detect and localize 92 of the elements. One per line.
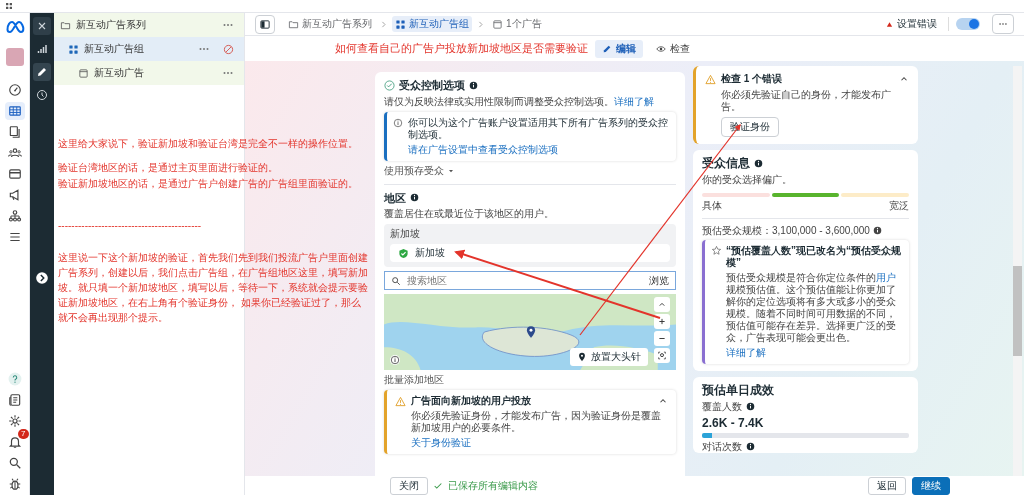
grid-icon bbox=[395, 18, 406, 30]
info-icon bbox=[469, 80, 478, 90]
bulk-add-link[interactable]: 批量添加地区 bbox=[384, 374, 676, 387]
pin-icon bbox=[577, 352, 587, 363]
warning-title: 广告面向新加坡的用户投放 bbox=[411, 395, 532, 408]
section-description: 覆盖居住在或最近位于该地区的用户。 bbox=[384, 208, 555, 221]
tree-item[interactable]: 新互动广告 bbox=[94, 67, 217, 79]
settings-link[interactable]: 请在广告设置中查看受众控制选项 bbox=[408, 143, 670, 156]
info-icon bbox=[754, 159, 763, 169]
map-placeholder[interactable] bbox=[384, 294, 676, 371]
warning-icon bbox=[886, 20, 893, 28]
browse-link[interactable]: 浏览 bbox=[649, 274, 669, 287]
audience-description: 你的受众选择偏广。 bbox=[702, 173, 793, 186]
notification-badge: 7 bbox=[18, 429, 29, 439]
warning-text: 你必须先验证身份，才能发布广告，因为验证身份是覆盖新加坡用户的必要条件。 bbox=[410, 410, 662, 435]
annotation-text: 验证台湾地区的话，是通过主页里面进行验证的。 bbox=[58, 162, 278, 174]
toggle-switch[interactable] bbox=[956, 18, 980, 30]
pencil-icon[interactable] bbox=[33, 63, 51, 81]
folder-icon bbox=[60, 19, 71, 31]
breadcrumb[interactable]: 新互动广告组 bbox=[392, 16, 472, 32]
notice-title: “预估覆盖人数”现已改名为“预估受众规模” bbox=[726, 244, 902, 269]
search-icon bbox=[391, 275, 401, 286]
grid-icon bbox=[68, 43, 79, 55]
zoom-in-icon[interactable] bbox=[654, 314, 670, 330]
dropdown-button[interactable]: 使用预存受众 bbox=[384, 164, 455, 177]
star-icon bbox=[711, 244, 722, 256]
expand-icon[interactable] bbox=[35, 271, 49, 285]
info-icon bbox=[746, 402, 755, 412]
verification-link[interactable]: 关于身份验证 bbox=[395, 437, 668, 450]
save-status: 已保存所有编辑内容 bbox=[448, 479, 538, 492]
tree-row[interactable]: 新互动广告 bbox=[54, 61, 244, 85]
chevron-icon bbox=[379, 19, 388, 29]
metric-label: 覆盖人数 bbox=[702, 400, 742, 413]
warning-icon bbox=[705, 73, 716, 85]
learn-more-link[interactable]: 详细了解 bbox=[614, 95, 654, 107]
metric-label: 对话次数 bbox=[702, 441, 742, 453]
annotation-text: 这里给大家说下，验证新加坡和验证台湾是完全不一样的操作位置。 bbox=[58, 138, 358, 150]
audience-size: 预估受众规模：3,100,000 - 3,600,000 bbox=[702, 224, 870, 237]
back-button[interactable]: 返回 bbox=[868, 476, 906, 495]
grid-icon bbox=[5, 2, 13, 10]
info-icon[interactable] bbox=[390, 355, 400, 366]
warning-icon bbox=[395, 395, 406, 407]
annotation-divider: ------------------------------------------- bbox=[58, 220, 202, 232]
tree-item[interactable]: 新互动广告系列 bbox=[76, 19, 217, 31]
tree-row[interactable]: 新互动广告组 bbox=[54, 37, 244, 61]
users-link[interactable]: 用户 bbox=[876, 271, 896, 283]
tree-item[interactable]: 新互动广告组 bbox=[84, 43, 193, 55]
folder-icon bbox=[288, 18, 299, 30]
card-title: 预估单日成效 bbox=[702, 383, 775, 398]
ad-icon bbox=[492, 18, 503, 30]
close-icon[interactable] bbox=[33, 17, 51, 35]
section-title: 地区 bbox=[384, 191, 406, 205]
search-field[interactable]: 搜索地区 浏览 bbox=[384, 271, 676, 291]
check-circle-icon bbox=[384, 79, 395, 91]
meter-label: 宽泛 bbox=[889, 199, 909, 212]
sidebar-toggle-icon[interactable] bbox=[255, 14, 275, 34]
info-icon bbox=[410, 193, 419, 203]
scrollbar[interactable] bbox=[1013, 66, 1022, 476]
info-icon bbox=[393, 117, 403, 128]
check-icon bbox=[433, 480, 443, 491]
annotation-heading: 如何查看自己的广告户投放新加坡地区是否需要验证 bbox=[335, 42, 588, 56]
status-label: 设置错误 bbox=[897, 18, 937, 30]
mode-tab[interactable]: 编辑 bbox=[595, 39, 643, 58]
breadcrumb[interactable]: 新互动广告系列 bbox=[285, 16, 375, 32]
zoom-out-icon[interactable] bbox=[654, 331, 670, 347]
continue-button[interactable]: 继续 bbox=[912, 476, 950, 495]
learn-more-link[interactable]: 详细了解 bbox=[726, 346, 903, 359]
tree-row[interactable]: 新互动广告系列 bbox=[54, 13, 244, 37]
eye-icon bbox=[656, 43, 666, 54]
notice-text: 预估受众规模是符合你定位条件的用户 规模预估值。这个预估值能让你更加了解你的定位选项将有多大或多小的受众规模。随着不同时间可用数据的不同，预估值可能存在差异。选择更广泛的受众，广告表现可能会更出色。 bbox=[726, 271, 897, 344]
info-icon bbox=[872, 226, 882, 236]
breadcrumb[interactable]: 1个广告 bbox=[489, 16, 545, 32]
scrollbar-thumb[interactable] bbox=[1013, 266, 1022, 356]
drop-pin-button[interactable]: 放置大头针 bbox=[570, 348, 648, 367]
error-title: 检查 1 个错误 bbox=[721, 73, 784, 85]
annotation-text: 验证新加坡地区的话，是通过广告户创建广告的广告组里面验证的。 bbox=[58, 178, 358, 190]
group-label: 新加坡 bbox=[390, 228, 421, 241]
location-item[interactable]: 新加坡 bbox=[390, 244, 670, 263]
error-text: 你必须先验证自己的身份，才能发布广告。 bbox=[720, 89, 892, 113]
section-title: 受众控制选项 bbox=[399, 79, 465, 92]
table-icon[interactable] bbox=[4, 102, 25, 120]
ad-icon bbox=[78, 67, 89, 79]
chevron-icon bbox=[476, 19, 485, 29]
section-description: 请仅为反映法律或实用性限制而调整受众控制选项。 bbox=[384, 95, 614, 107]
annotation-text: 这里说一下这个新加坡的验证，首先我们先到我们投流广告户里面创建广告系列，创建以后，我们点击广告组，在广告组地区这里，填写新加坡。就只填一个新加坡地区，填写以后，等待一下，系统就会提示要验证新加坡地区，在右上角有个验证身份， 如果你已经验证过了，那么就不会再出现那个提示。 bbox=[58, 251, 369, 325]
locate-icon[interactable] bbox=[654, 348, 670, 364]
metric-value: 2.6K - 7.4K bbox=[702, 415, 765, 430]
info-text: 你可以为这个广告账户设置适用其下所有广告系列的受众控制选项。 bbox=[408, 116, 669, 141]
mode-tab[interactable]: 检查 bbox=[649, 39, 697, 58]
pencil-icon bbox=[602, 43, 612, 54]
meter-label: 具体 bbox=[702, 199, 722, 212]
close-button[interactable]: 关闭 bbox=[390, 476, 428, 495]
